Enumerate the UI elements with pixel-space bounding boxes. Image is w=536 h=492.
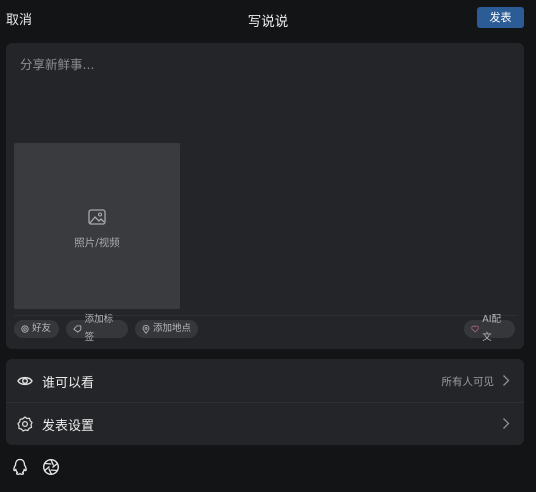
tag-icon	[73, 325, 82, 333]
publish-button[interactable]: 发表	[477, 7, 524, 28]
ai-caption-chip[interactable]: AI配文	[464, 314, 515, 343]
add-tag-label: 添加标签	[84, 314, 114, 343]
add-location-chip[interactable]: 添加地点	[135, 320, 198, 338]
eye-icon	[17, 376, 33, 386]
chevron-right-icon	[503, 418, 510, 429]
publish-settings-label: 发表设置	[42, 419, 95, 434]
add-tag-chip[interactable]: 添加标签	[66, 314, 128, 343]
composer-panel: 分享新鲜事... 照片/视频 好友 添加标签 添加地点 AI配文	[6, 43, 524, 349]
qq-penguin-icon[interactable]	[11, 458, 29, 476]
location-pin-icon	[142, 324, 150, 334]
top-bar: 取消 写说说 发表	[0, 0, 536, 36]
image-icon	[88, 209, 106, 225]
mention-friends-label: 好友	[32, 323, 52, 334]
visibility-value: 所有人可见	[441, 376, 495, 388]
gear-icon	[17, 416, 33, 432]
heart-icon	[471, 325, 479, 333]
add-location-label: 添加地点	[153, 323, 192, 334]
aperture-icon[interactable]	[42, 458, 60, 476]
chevron-right-icon	[503, 375, 510, 386]
visibility-row[interactable]: 谁可以看 所有人可见	[6, 359, 524, 402]
mention-friends-chip[interactable]: 好友	[14, 320, 59, 338]
page-title: 写说说	[247, 14, 289, 30]
settings-panel: 谁可以看 所有人可见 发表设置	[6, 359, 524, 445]
post-text-input[interactable]: 分享新鲜事...	[20, 54, 94, 73]
visibility-label: 谁可以看	[42, 376, 95, 391]
add-media-button[interactable]: 照片/视频	[14, 143, 180, 309]
ai-caption-label: AI配文	[482, 314, 502, 343]
add-media-label: 照片/视频	[74, 237, 120, 249]
at-icon	[21, 325, 29, 333]
publish-settings-row[interactable]: 发表设置	[6, 402, 524, 445]
